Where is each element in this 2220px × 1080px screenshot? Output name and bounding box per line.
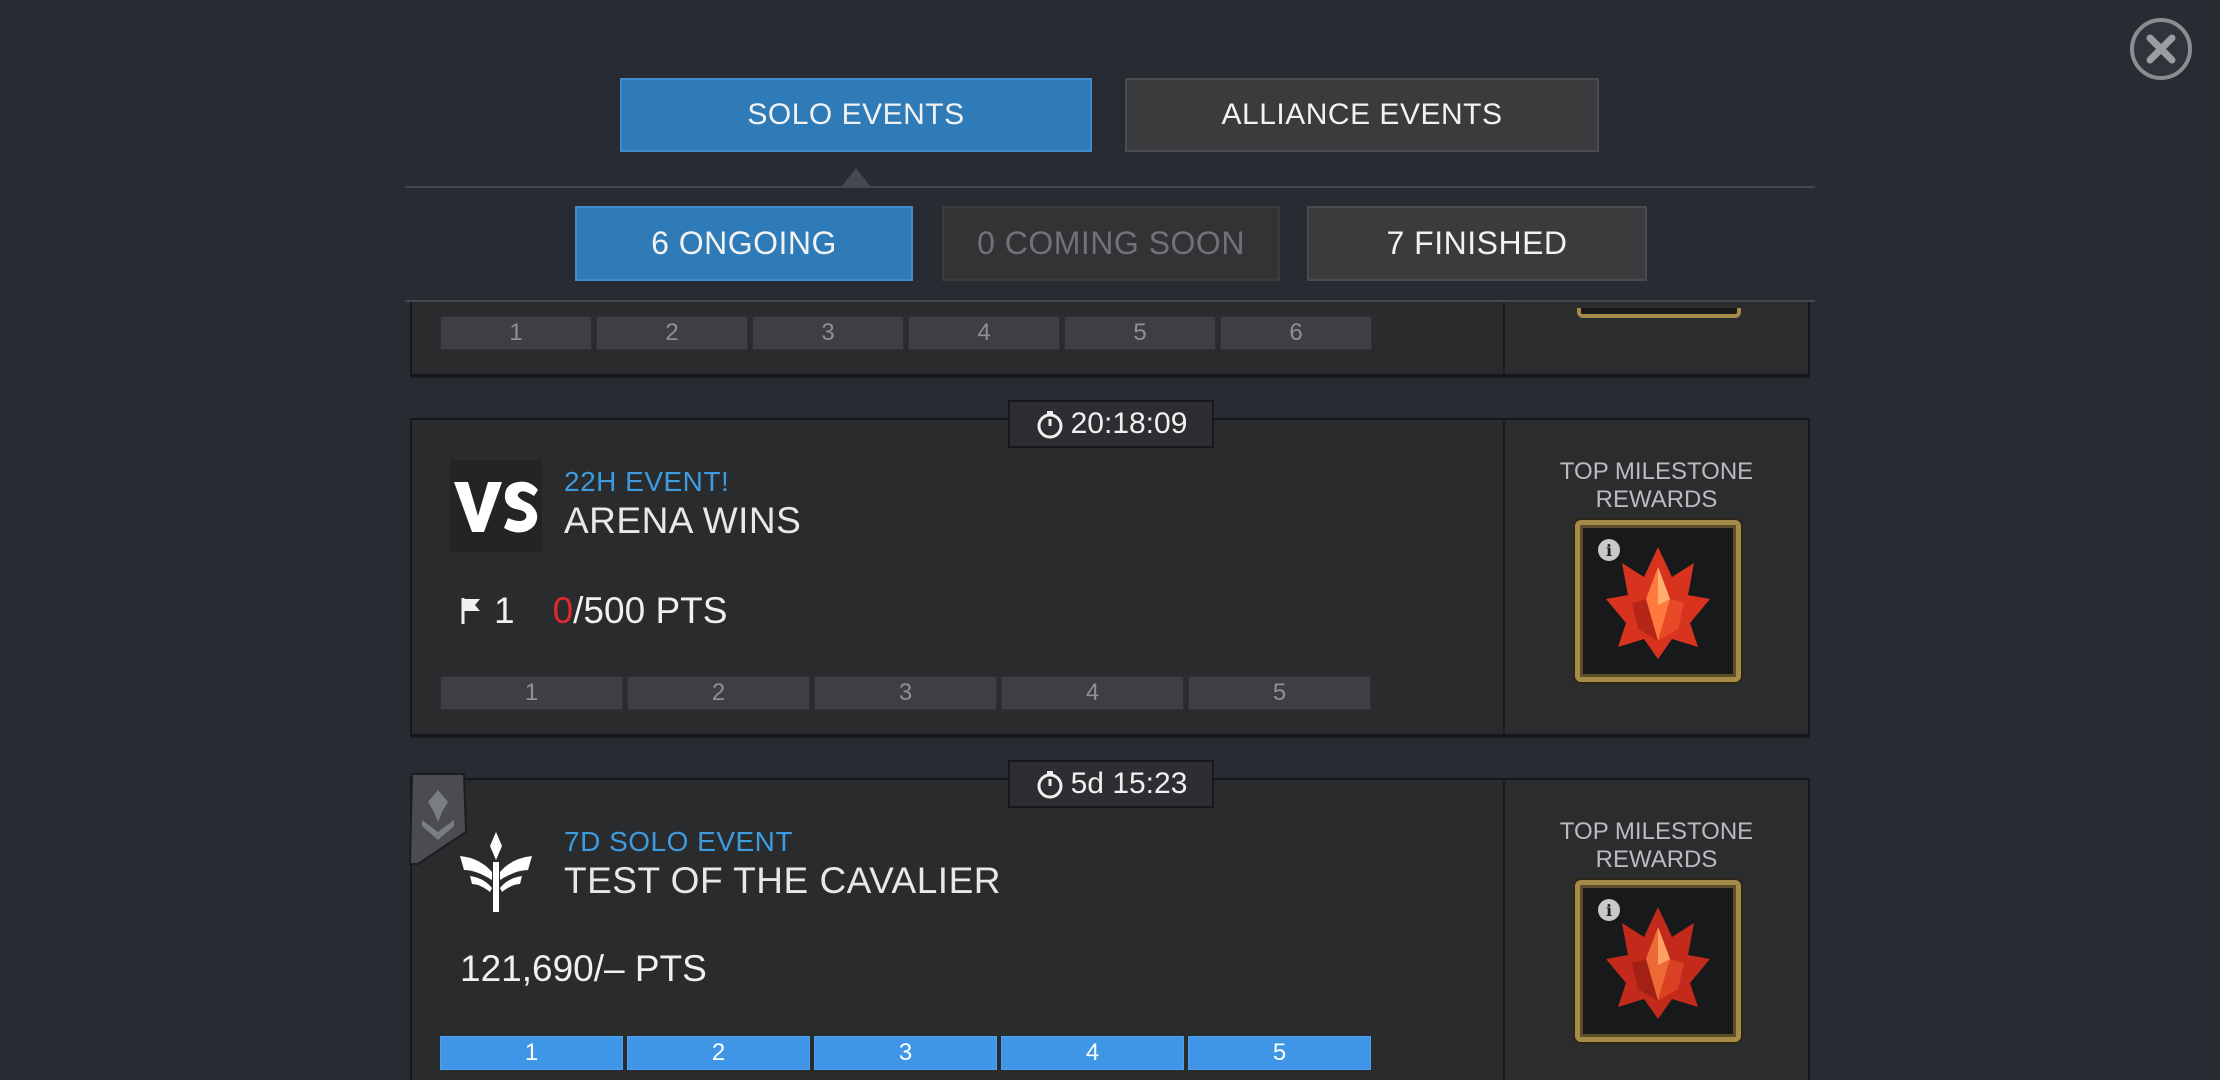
milestone-segment: 2 — [627, 676, 810, 710]
milestone-segment: 2 — [627, 1036, 810, 1070]
close-button[interactable] — [2130, 18, 2192, 80]
milestone-segment: 2 — [596, 316, 748, 350]
tab-solo-events[interactable]: SOLO EVENTS — [620, 78, 1092, 152]
event-timer: 5d 15:23 — [1008, 760, 1214, 808]
flag-rank: 1 — [494, 590, 515, 631]
reward-column — [1503, 302, 1808, 374]
subtab-coming-soon[interactable]: 0 COMING SOON — [942, 206, 1280, 281]
crystal-icon — [1606, 547, 1710, 659]
active-tab-pointer — [842, 168, 870, 186]
close-icon — [2146, 34, 2176, 64]
points-target: /500 PTS — [573, 590, 728, 631]
milestone-segment: 1 — [440, 316, 592, 350]
reward-title: TOP MILESTONE REWARDS — [1559, 458, 1754, 513]
milestone-segment: 4 — [908, 316, 1060, 350]
milestone-segment: 1 — [440, 676, 623, 710]
timer-text: 20:18:09 — [1070, 407, 1188, 440]
reward-title: TOP MILESTONE REWARDS — [1559, 818, 1754, 873]
milestone-segment: 4 — [1001, 1036, 1184, 1070]
milestone-bar: 1 2 3 4 5 — [440, 676, 1371, 710]
subtab-ongoing[interactable]: 6 ONGOING — [575, 206, 913, 281]
points-text: 121,690/– PTS — [460, 948, 707, 989]
milestone-segment: 4 — [1001, 676, 1184, 710]
event-title: TEST OF THE CAVALIER — [564, 860, 1001, 901]
cavalier-icon — [460, 832, 532, 912]
info-icon[interactable]: i — [1598, 539, 1620, 561]
stopwatch-icon — [1037, 771, 1063, 799]
event-subtitle: 22H EVENT! — [564, 466, 730, 497]
event-card-partial[interactable]: 1 2 3 4 5 6 — [410, 302, 1810, 376]
reward-column: TOP MILESTONE REWARDS i — [1503, 780, 1808, 1080]
milestone-bar: 1 2 3 4 5 — [440, 1036, 1371, 1070]
stopwatch-icon — [1037, 411, 1063, 439]
subtab-finished[interactable]: 7 FINISHED — [1307, 206, 1647, 281]
reward-item[interactable]: i — [1575, 880, 1741, 1042]
milestone-segment: 1 — [440, 1036, 623, 1070]
milestone-segment: 3 — [814, 1036, 997, 1070]
reward-item[interactable]: i — [1575, 520, 1741, 682]
crystal-icon — [1606, 907, 1710, 1019]
flag-icon — [461, 598, 480, 624]
milestone-segment: 3 — [752, 316, 904, 350]
milestone-bar: 1 2 3 4 5 6 — [440, 316, 1372, 350]
vs-icon — [450, 460, 542, 552]
divider — [405, 186, 1815, 188]
milestone-segment: 3 — [814, 676, 997, 710]
event-title: ARENA WINS — [564, 500, 802, 541]
event-card-arena-wins[interactable]: 20:18:09 22H EVENT! ARENA WINS 1 0/500 P… — [410, 400, 1810, 736]
milestone-segment: 5 — [1064, 316, 1216, 350]
event-card-test-of-the-cavalier[interactable]: 5d 15:23 7D SOLO EVENT TEST OF THE CAVAL… — [408, 760, 1810, 1080]
milestone-segment: 5 — [1188, 1036, 1371, 1070]
milestone-segment: 5 — [1188, 676, 1371, 710]
tab-alliance-events[interactable]: ALLIANCE EVENTS — [1125, 78, 1599, 152]
points-row: 1 0/500 PTS — [460, 590, 727, 632]
info-icon[interactable]: i — [1598, 899, 1620, 921]
points-row: 121,690/– PTS — [460, 948, 707, 990]
points-current: 0 — [552, 590, 574, 631]
milestone-segment: 6 — [1220, 316, 1372, 350]
timer-text: 5d 15:23 — [1070, 767, 1188, 800]
event-subtitle: 7D SOLO EVENT — [564, 826, 794, 857]
event-timer: 20:18:09 — [1008, 400, 1214, 448]
reward-frame-edge — [1577, 308, 1741, 318]
reward-column: TOP MILESTONE REWARDS i — [1503, 420, 1808, 734]
